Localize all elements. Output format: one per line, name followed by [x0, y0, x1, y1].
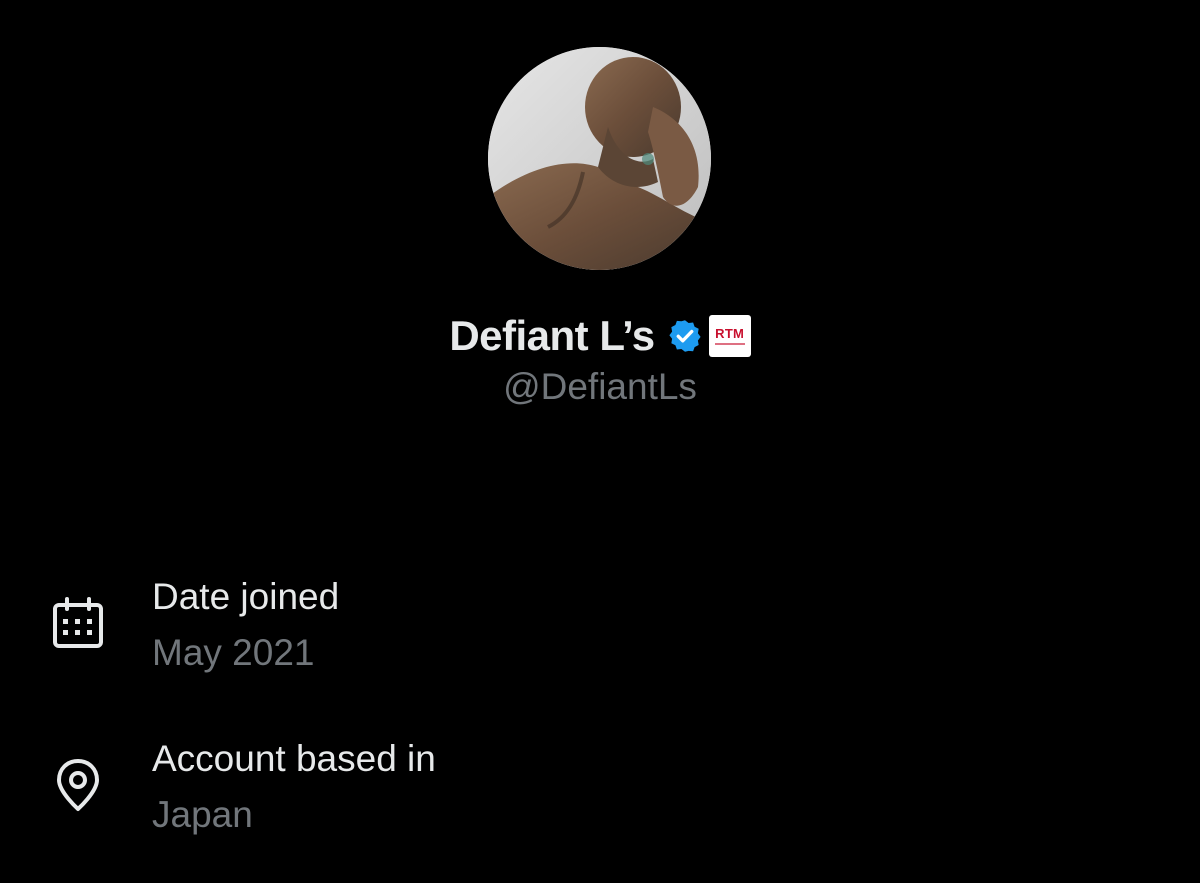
date-joined-row: Date joined May 2021 — [0, 570, 1200, 680]
verified-badge-icon[interactable] — [667, 318, 703, 354]
account-based-in-label: Account based in — [152, 738, 436, 779]
location-pin-icon — [50, 757, 106, 813]
date-joined-value: May 2021 — [152, 632, 315, 673]
affiliation-badge-label: RTM — [715, 326, 745, 341]
display-name: Defiant L’s — [449, 312, 655, 359]
affiliation-badge[interactable]: RTM — [708, 315, 751, 357]
username-handle: @DefiantLs — [503, 366, 697, 407]
avatar-image — [488, 47, 711, 270]
profile-about-page: Defiant L’s RTM @DefiantLs Date joined M… — [0, 0, 1200, 883]
date-joined-label: Date joined — [152, 576, 340, 617]
calendar-icon — [50, 595, 106, 651]
name-row: Defiant L’s RTM — [0, 306, 1200, 366]
account-based-in-row: Account based in Japan — [0, 732, 1200, 842]
affiliation-badge-underline — [714, 343, 745, 345]
account-based-in-value: Japan — [152, 794, 253, 835]
avatar[interactable] — [488, 47, 711, 270]
